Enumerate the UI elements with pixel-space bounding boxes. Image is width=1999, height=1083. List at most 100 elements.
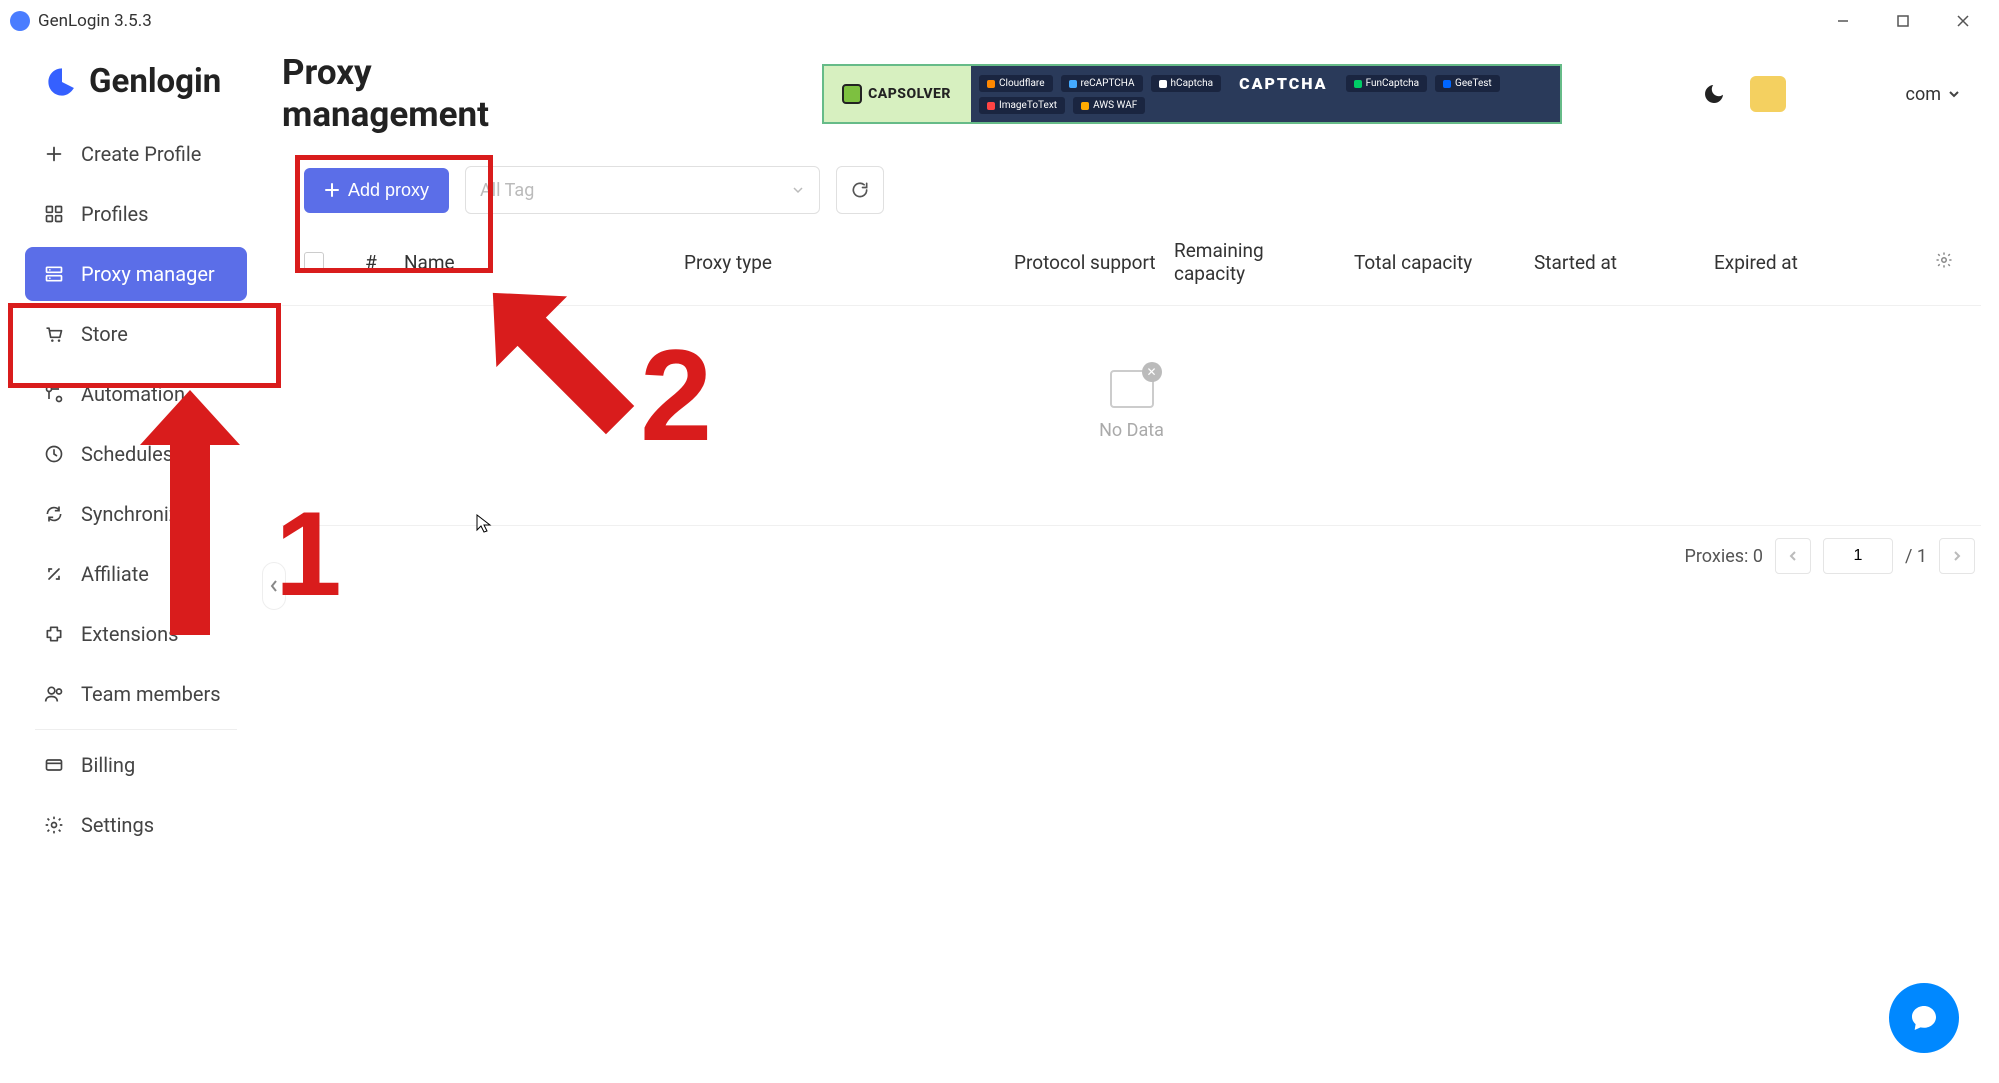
sidebar-divider xyxy=(35,729,237,730)
sidebar-item-billing[interactable]: Billing xyxy=(25,738,247,792)
table-footer: Proxies: 0 / 1 xyxy=(282,526,1981,586)
banner-center-text: CAPTCHA xyxy=(1239,74,1327,93)
capsolver-icon xyxy=(842,84,862,104)
plus-icon xyxy=(43,143,65,165)
banner-chip: reCAPTCHA xyxy=(1061,75,1143,92)
add-proxy-button[interactable]: Add proxy xyxy=(304,168,449,213)
moon-icon xyxy=(1702,82,1726,106)
app-logo: Genlogin xyxy=(15,52,257,121)
col-proxy-type[interactable]: Proxy type xyxy=(676,251,1006,274)
team-icon xyxy=(43,683,65,705)
col-protocol[interactable]: Protocol support xyxy=(1006,251,1166,274)
account-label: com xyxy=(1906,84,1941,105)
affiliate-icon xyxy=(43,563,65,585)
empty-icon xyxy=(1110,370,1154,408)
clock-icon xyxy=(43,443,65,465)
sidebar-item-create-profile[interactable]: Create Profile xyxy=(25,127,247,181)
chevron-down-icon xyxy=(791,183,805,197)
server-icon xyxy=(43,263,65,285)
prev-page-button[interactable] xyxy=(1775,538,1811,574)
plus-icon xyxy=(324,182,340,198)
tag-filter-select[interactable]: All Tag xyxy=(465,166,820,214)
empty-text: No Data xyxy=(1099,420,1164,441)
sidebar-item-profiles[interactable]: Profiles xyxy=(25,187,247,241)
puzzle-icon xyxy=(43,623,65,645)
add-proxy-label: Add proxy xyxy=(348,180,429,201)
chevron-down-icon xyxy=(1947,87,1961,101)
user-avatar[interactable] xyxy=(1750,76,1786,112)
page-title: Proxy management xyxy=(282,52,522,136)
main-content: Proxy management CAPSOLVER Cloudflare re… xyxy=(272,42,1999,1083)
annotation-number-2: 2 xyxy=(640,320,712,470)
sidebar-item-label: Synchronizer xyxy=(81,502,196,526)
logo-text: Genlogin xyxy=(89,62,221,101)
banner-brand-text: CAPSOLVER xyxy=(868,86,951,102)
sidebar-item-synchronizer[interactable]: Synchronizer xyxy=(25,487,247,541)
banner-chip: AWS WAF xyxy=(1073,97,1145,114)
sidebar-item-label: Affiliate xyxy=(81,562,149,586)
refresh-icon xyxy=(850,180,870,200)
gear-icon xyxy=(1935,251,1953,269)
automation-icon xyxy=(43,383,65,405)
col-name[interactable]: Name xyxy=(396,251,676,274)
sidebar-item-team-members[interactable]: Team members xyxy=(25,667,247,721)
sidebar-item-settings[interactable]: Settings xyxy=(25,798,247,852)
banner-chip: hCaptcha xyxy=(1151,75,1222,92)
toolbar: Add proxy All Tag xyxy=(282,166,1981,214)
logo-icon xyxy=(45,65,79,99)
sidebar-item-label: Store xyxy=(81,322,128,346)
chat-icon xyxy=(1908,1002,1940,1034)
refresh-button[interactable] xyxy=(836,166,884,214)
col-started[interactable]: Started at xyxy=(1526,251,1706,274)
sidebar-item-label: Schedules xyxy=(81,442,173,466)
banner-chip: Cloudflare xyxy=(979,75,1053,92)
proxies-count: Proxies: 0 xyxy=(1685,546,1763,567)
sidebar-item-extensions[interactable]: Extensions xyxy=(25,607,247,661)
table-settings-button[interactable] xyxy=(1927,251,1967,274)
col-expired[interactable]: Expired at xyxy=(1706,251,1927,274)
maximize-button[interactable] xyxy=(1873,0,1933,42)
col-remaining[interactable]: Remaining capacity xyxy=(1166,239,1346,285)
sidebar-item-automation[interactable]: Automation xyxy=(25,367,247,421)
total-pages: / 1 xyxy=(1905,546,1927,567)
banner-chip: FunCaptcha xyxy=(1346,75,1427,92)
theme-toggle-button[interactable] xyxy=(1698,78,1730,110)
window-titlebar: GenLogin 3.5.3 xyxy=(0,0,1999,42)
sidebar-item-affiliate[interactable]: Affiliate xyxy=(25,547,247,601)
sidebar-item-label: Settings xyxy=(81,813,154,837)
next-page-button[interactable] xyxy=(1939,538,1975,574)
banner-chips: Cloudflare reCAPTCHA hCaptcha CAPTCHA Fu… xyxy=(969,70,1560,118)
capsolver-banner[interactable]: CAPSOLVER Cloudflare reCAPTCHA hCaptcha … xyxy=(822,64,1562,124)
cart-icon xyxy=(43,323,65,345)
sidebar-item-proxy-manager[interactable]: Proxy manager xyxy=(25,247,247,301)
select-all-checkbox[interactable] xyxy=(296,252,346,272)
app-icon xyxy=(10,11,30,31)
grid-icon xyxy=(43,203,65,225)
window-title: GenLogin 3.5.3 xyxy=(38,11,152,31)
col-index: # xyxy=(346,251,396,274)
sidebar-item-store[interactable]: Store xyxy=(25,307,247,361)
table-body-empty: No Data xyxy=(282,306,1981,526)
sidebar-item-label: Automation xyxy=(81,382,185,406)
card-icon xyxy=(43,754,65,776)
sidebar-item-label: Proxy manager xyxy=(81,262,215,286)
table-header: # Name Proxy type Protocol support Remai… xyxy=(282,214,1981,306)
close-button[interactable] xyxy=(1933,0,1993,42)
sidebar: Genlogin Create Profile Profiles Proxy m… xyxy=(0,42,272,1083)
banner-brand: CAPSOLVER xyxy=(824,66,969,122)
banner-chip: ImageToText xyxy=(979,97,1065,114)
sidebar-item-schedules[interactable]: Schedules xyxy=(25,427,247,481)
account-dropdown[interactable]: com xyxy=(1806,84,1961,105)
sidebar-item-label: Create Profile xyxy=(81,142,201,166)
sidebar-item-label: Billing xyxy=(81,753,135,777)
col-total[interactable]: Total capacity xyxy=(1346,251,1526,274)
annotation-number-1: 1 xyxy=(275,485,342,623)
sidebar-item-label: Team members xyxy=(81,682,221,706)
sidebar-item-label: Extensions xyxy=(81,622,178,646)
gear-icon xyxy=(43,814,65,836)
chat-support-button[interactable] xyxy=(1889,983,1959,1053)
tag-filter-placeholder: All Tag xyxy=(480,180,534,201)
sidebar-item-label: Profiles xyxy=(81,202,148,226)
minimize-button[interactable] xyxy=(1813,0,1873,42)
page-input[interactable] xyxy=(1823,538,1893,574)
